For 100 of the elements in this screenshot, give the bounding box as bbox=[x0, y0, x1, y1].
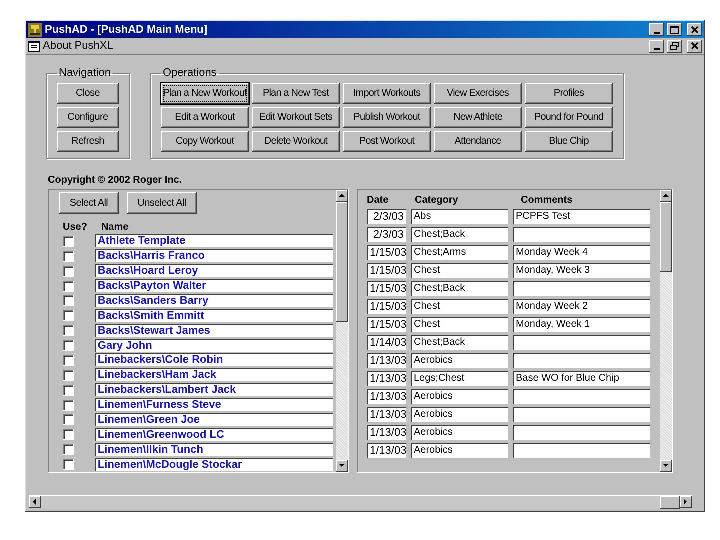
date-field[interactable]: 1/13/03 bbox=[367, 371, 407, 387]
category-field[interactable]: Abs bbox=[411, 209, 509, 225]
operation-button[interactable]: Edit a Workout bbox=[161, 107, 249, 128]
date-field[interactable]: 1/15/03 bbox=[367, 245, 407, 261]
category-field[interactable]: Aerobics bbox=[411, 425, 509, 441]
category-field[interactable]: Chest bbox=[411, 263, 509, 279]
name-field[interactable]: Backs\Smith Emmitt bbox=[94, 308, 334, 323]
horizontal-scrollbar[interactable] bbox=[29, 495, 692, 509]
operation-button[interactable]: Delete Workout bbox=[252, 131, 340, 152]
name-field[interactable]: Linemen\McDougle Stockar bbox=[94, 458, 334, 472]
comments-field[interactable]: Base WO for Blue Chip bbox=[513, 371, 651, 387]
date-field[interactable]: 2/3/03 bbox=[367, 227, 407, 243]
operation-button[interactable]: Blue Chip bbox=[525, 131, 613, 152]
category-field[interactable]: Chest;Arms bbox=[411, 245, 509, 261]
name-field[interactable]: Linemen\Greenwood LC bbox=[94, 428, 334, 442]
operation-button[interactable]: Post Workout bbox=[343, 131, 431, 152]
comments-field[interactable] bbox=[513, 353, 651, 369]
category-field[interactable]: Chest bbox=[411, 317, 509, 333]
name-field[interactable]: Backs\Payton Walter bbox=[94, 279, 334, 294]
date-field[interactable]: 1/13/03 bbox=[367, 389, 407, 405]
scroll-thumb[interactable] bbox=[660, 496, 680, 509]
category-field[interactable]: Chest;Back bbox=[411, 227, 509, 243]
checkbox[interactable] bbox=[63, 340, 74, 352]
comments-field[interactable]: Monday Week 2 bbox=[513, 299, 651, 315]
operation-button[interactable]: Publish Workout bbox=[343, 107, 431, 128]
select-button[interactable]: Select All bbox=[59, 192, 119, 214]
category-field[interactable]: Aerobics bbox=[411, 407, 509, 423]
operation-button[interactable]: New Athlete bbox=[434, 107, 522, 128]
comments-field[interactable] bbox=[513, 425, 651, 441]
maximize-button[interactable] bbox=[667, 23, 682, 36]
close-button[interactable] bbox=[687, 40, 702, 52]
comments-field[interactable] bbox=[513, 443, 651, 459]
operation-button[interactable]: Copy Workout bbox=[161, 131, 249, 152]
date-field[interactable]: 1/13/03 bbox=[367, 443, 407, 459]
menu-item[interactable]: About PushXL bbox=[43, 40, 646, 52]
name-field[interactable]: Linemen\Furness Steve bbox=[94, 398, 334, 412]
comments-field[interactable]: PCPFS Test bbox=[513, 209, 651, 225]
checkbox[interactable] bbox=[63, 414, 74, 426]
comments-field[interactable] bbox=[513, 281, 651, 297]
category-field[interactable]: Aerobics bbox=[411, 389, 509, 405]
date-field[interactable]: 1/15/03 bbox=[367, 317, 407, 333]
operation-button[interactable]: View Exercises bbox=[434, 83, 522, 104]
checkbox[interactable] bbox=[63, 280, 74, 292]
scroll-up-button[interactable] bbox=[660, 190, 672, 202]
scroll-down-button[interactable] bbox=[336, 460, 348, 472]
checkbox[interactable] bbox=[63, 266, 74, 277]
checkbox[interactable] bbox=[63, 354, 74, 366]
category-field[interactable]: Aerobics bbox=[411, 353, 509, 369]
checkbox[interactable] bbox=[63, 325, 74, 336]
name-field[interactable]: Gary John bbox=[94, 338, 334, 353]
comments-field[interactable]: Monday Week 4 bbox=[513, 245, 651, 261]
date-field[interactable]: 1/15/03 bbox=[367, 281, 407, 297]
comments-field[interactable] bbox=[513, 389, 651, 405]
operation-button[interactable]: Plan a New Test bbox=[252, 83, 340, 104]
date-field[interactable]: 2/3/03 bbox=[367, 209, 407, 225]
scrollbar[interactable] bbox=[660, 190, 672, 472]
name-field[interactable]: Backs\Stewart James bbox=[94, 324, 334, 338]
scroll-down-button[interactable] bbox=[660, 460, 672, 472]
nav-button[interactable]: Refresh bbox=[57, 131, 119, 152]
nav-button[interactable]: Close bbox=[57, 83, 119, 104]
nav-button[interactable]: Configure bbox=[57, 107, 119, 128]
checkbox[interactable] bbox=[63, 370, 74, 381]
date-field[interactable]: 1/13/03 bbox=[367, 407, 407, 423]
scroll-up-button[interactable] bbox=[336, 190, 348, 202]
checkbox[interactable] bbox=[63, 444, 74, 456]
operation-button[interactable]: Edit Workout Sets bbox=[252, 107, 340, 128]
name-field[interactable]: Linemen\Ilkin Tunch bbox=[94, 442, 334, 457]
scroll-right-button[interactable] bbox=[680, 496, 692, 508]
name-field[interactable]: Linebackers\Cole Robin bbox=[94, 353, 334, 368]
scrollbar[interactable] bbox=[336, 190, 348, 472]
date-field[interactable]: 1/13/03 bbox=[367, 353, 407, 369]
minimize-button[interactable] bbox=[649, 23, 664, 36]
checkbox[interactable] bbox=[63, 250, 74, 262]
scroll-thumb[interactable] bbox=[336, 202, 348, 322]
comments-field[interactable] bbox=[513, 407, 651, 423]
operation-button[interactable]: Import Workouts bbox=[343, 83, 431, 104]
name-field[interactable]: Backs\Sanders Barry bbox=[94, 294, 334, 308]
name-field[interactable]: Linemen\Green Joe bbox=[94, 412, 334, 427]
date-field[interactable]: 1/13/03 bbox=[367, 425, 407, 441]
checkbox[interactable] bbox=[63, 310, 74, 322]
name-field[interactable]: Backs\Harris Franco bbox=[94, 249, 334, 264]
comments-field[interactable]: Monday, Week 3 bbox=[513, 263, 651, 279]
restore-button[interactable] bbox=[667, 40, 682, 52]
category-field[interactable]: Legs;Chest bbox=[411, 371, 509, 387]
operation-button[interactable]: Pound for Pound bbox=[525, 107, 613, 128]
name-field[interactable]: Linebackers\Ham Jack bbox=[94, 368, 334, 382]
scroll-thumb[interactable] bbox=[660, 202, 672, 272]
select-button[interactable]: Unselect All bbox=[127, 192, 197, 214]
checkbox[interactable] bbox=[63, 400, 74, 411]
checkbox[interactable] bbox=[63, 236, 74, 247]
date-field[interactable]: 1/14/03 bbox=[367, 335, 407, 351]
checkbox[interactable] bbox=[63, 459, 74, 470]
name-field[interactable]: Backs\Hoard Leroy bbox=[94, 264, 334, 278]
checkbox[interactable] bbox=[63, 295, 74, 306]
comments-field[interactable] bbox=[513, 227, 651, 243]
category-field[interactable]: Chest;Back bbox=[411, 281, 509, 297]
category-field[interactable]: Aerobics bbox=[411, 443, 509, 459]
operation-button[interactable]: Profiles bbox=[525, 83, 613, 104]
date-field[interactable]: 1/15/03 bbox=[367, 263, 407, 279]
name-field[interactable]: Linebackers\Lambert Jack bbox=[94, 383, 334, 398]
